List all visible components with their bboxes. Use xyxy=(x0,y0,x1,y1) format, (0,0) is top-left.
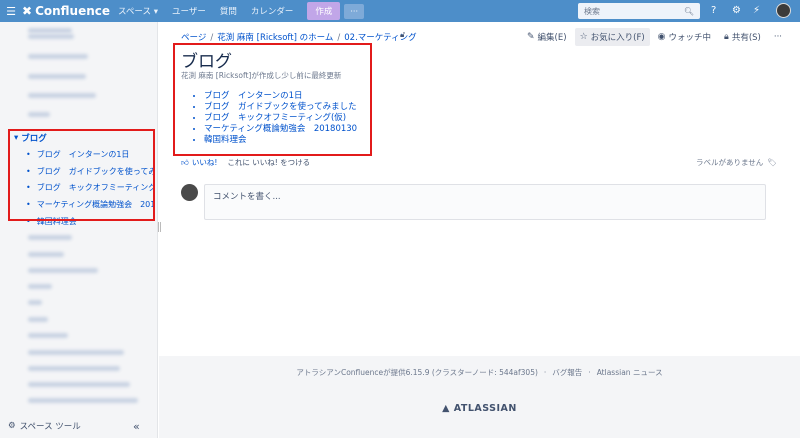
atlassian-news-link[interactable]: Atlassian ニュース xyxy=(597,368,663,377)
blurred-tree-item xyxy=(28,34,74,39)
footer-separator: · xyxy=(543,368,547,377)
blurred-tree-item xyxy=(28,317,48,322)
edit-label: 編集(E) xyxy=(537,33,567,43)
like-label: いいね! xyxy=(191,158,218,167)
like-prompt: これに いいね! をつける xyxy=(227,158,311,167)
eye-icon: ◉ xyxy=(657,32,666,42)
blurred-tree-item xyxy=(28,93,96,98)
annotation-highlight-content xyxy=(173,43,372,156)
search-input[interactable]: 検索 🔍︎ xyxy=(578,3,700,19)
lock-icon: 🔒︎ xyxy=(724,32,729,42)
nav-calendars[interactable]: カレンダー xyxy=(251,5,294,17)
bug-report-link[interactable]: バグ報告 xyxy=(552,368,582,377)
blurred-tree-item xyxy=(28,382,130,387)
menu-icon[interactable]: ☰ xyxy=(0,5,22,18)
blurred-tree-item xyxy=(28,268,98,273)
confluence-logo[interactable]: ✖ Confluence xyxy=(22,4,110,18)
search-placeholder: 検索 xyxy=(584,6,600,16)
atlassian-logo-icon: ▲ xyxy=(442,403,454,414)
favorite-label: お気に入り(F) xyxy=(590,33,645,43)
create-more-button[interactable]: ··· xyxy=(344,3,365,19)
atlassian-brand: ATLASSIAN xyxy=(453,403,517,414)
watch-button[interactable]: ◉ ウォッチ中 xyxy=(653,28,716,46)
tag-icon: 🏷︎ xyxy=(767,158,777,167)
sidebar-resize-handle[interactable] xyxy=(158,222,161,232)
avatar xyxy=(181,184,198,201)
breadcrumb-separator: / xyxy=(337,33,341,43)
search-icon: 🔍︎ xyxy=(683,6,694,16)
edit-button[interactable]: ✎ 編集(E) xyxy=(522,28,572,46)
breadcrumb-pages[interactable]: ページ xyxy=(181,33,206,43)
watch-label: ウォッチ中 xyxy=(668,33,712,43)
user-avatar[interactable] xyxy=(776,3,791,18)
more-actions-button[interactable]: ··· xyxy=(769,29,787,45)
powered-by-link[interactable]: アトラシアンConfluenceが提供6.15.9 (クラスターノード: 544… xyxy=(296,368,537,377)
like-row: 👍︎ いいね! これに いいね! をつける xyxy=(181,157,310,168)
create-button[interactable]: 作成 xyxy=(307,2,341,20)
page-actions: ✎ 編集(E) ☆ お気に入り(F) ◉ ウォッチ中 🔒︎ 共有(S) ··· xyxy=(522,28,787,46)
confluence-logo-icon: ✖ xyxy=(22,4,33,18)
share-button[interactable]: 🔒︎ 共有(S) xyxy=(719,28,766,46)
footer-separator: · xyxy=(588,368,591,377)
space-tools-button[interactable]: ⚙ スペース ツール xyxy=(8,420,81,432)
blurred-tree-item xyxy=(28,235,72,240)
like-button[interactable]: 👍︎ いいね! xyxy=(181,157,217,168)
favorite-button[interactable]: ☆ お気に入り(F) xyxy=(574,28,650,46)
blurred-tree-item xyxy=(28,252,64,257)
collapse-sidebar-button[interactable]: « xyxy=(133,420,140,433)
annotation-highlight-sidebar xyxy=(8,129,155,221)
blurred-tree-item xyxy=(28,398,138,403)
blurred-tree-item xyxy=(28,350,124,355)
lock-icon[interactable]: 🔓︎ xyxy=(400,30,405,40)
breadcrumb-marketing[interactable]: 02.マーケティング xyxy=(344,33,416,43)
help-icon[interactable]: ? xyxy=(711,5,716,16)
gear-icon[interactable]: ⚙ xyxy=(732,5,741,16)
footer-links: アトラシアンConfluenceが提供6.15.9 (クラスターノード: 544… xyxy=(159,367,800,378)
notifications-icon[interactable]: ⚡ xyxy=(753,5,760,16)
top-navigation-bar: ☰ ✖ Confluence スペース ▾ ユーザー 質問 カレンダー 作成 ·… xyxy=(0,0,800,22)
nav-people[interactable]: ユーザー xyxy=(172,5,206,17)
pencil-icon: ✎ xyxy=(527,32,535,42)
blurred-tree-item xyxy=(28,28,72,33)
star-icon: ☆ xyxy=(579,32,588,42)
blurred-tree-item xyxy=(28,284,52,289)
blurred-tree-item xyxy=(28,300,42,305)
comment-input[interactable]: コメントを書く... xyxy=(204,184,766,220)
blurred-tree-item xyxy=(28,54,88,59)
blurred-tree-item xyxy=(28,74,86,79)
nav-spaces[interactable]: スペース ▾ xyxy=(118,5,158,17)
space-tools-label: スペース ツール xyxy=(19,422,81,432)
blurred-tree-item xyxy=(28,366,120,371)
share-label: 共有(S) xyxy=(731,33,761,43)
comment-placeholder: コメントを書く... xyxy=(213,192,281,202)
thumbs-up-icon: 👍︎ xyxy=(181,157,189,167)
atlassian-logo[interactable]: ▲ ATLASSIAN xyxy=(159,403,800,414)
footer: アトラシアンConfluenceが提供6.15.9 (クラスターノード: 544… xyxy=(159,356,800,438)
labels-area[interactable]: ラベルがありません 🏷︎ xyxy=(696,157,777,168)
app-name: Confluence xyxy=(35,4,111,18)
blurred-tree-item xyxy=(28,333,68,338)
breadcrumb-home[interactable]: 花渕 麻南 [Ricksoft] のホーム xyxy=(217,33,333,43)
sidebar: ▾ ブログ ブログ インターンの1日 ブログ ガイドブックを使ってみました ブロ… xyxy=(0,22,158,438)
nav-questions[interactable]: 質問 xyxy=(220,5,237,17)
breadcrumb-separator: / xyxy=(210,33,214,43)
breadcrumb: ページ / 花渕 麻南 [Ricksoft] のホーム/02.マーケティング xyxy=(181,31,417,43)
gear-icon: ⚙ xyxy=(8,421,16,431)
blurred-tree-item xyxy=(28,112,50,117)
labels-text: ラベルがありません xyxy=(696,158,764,167)
